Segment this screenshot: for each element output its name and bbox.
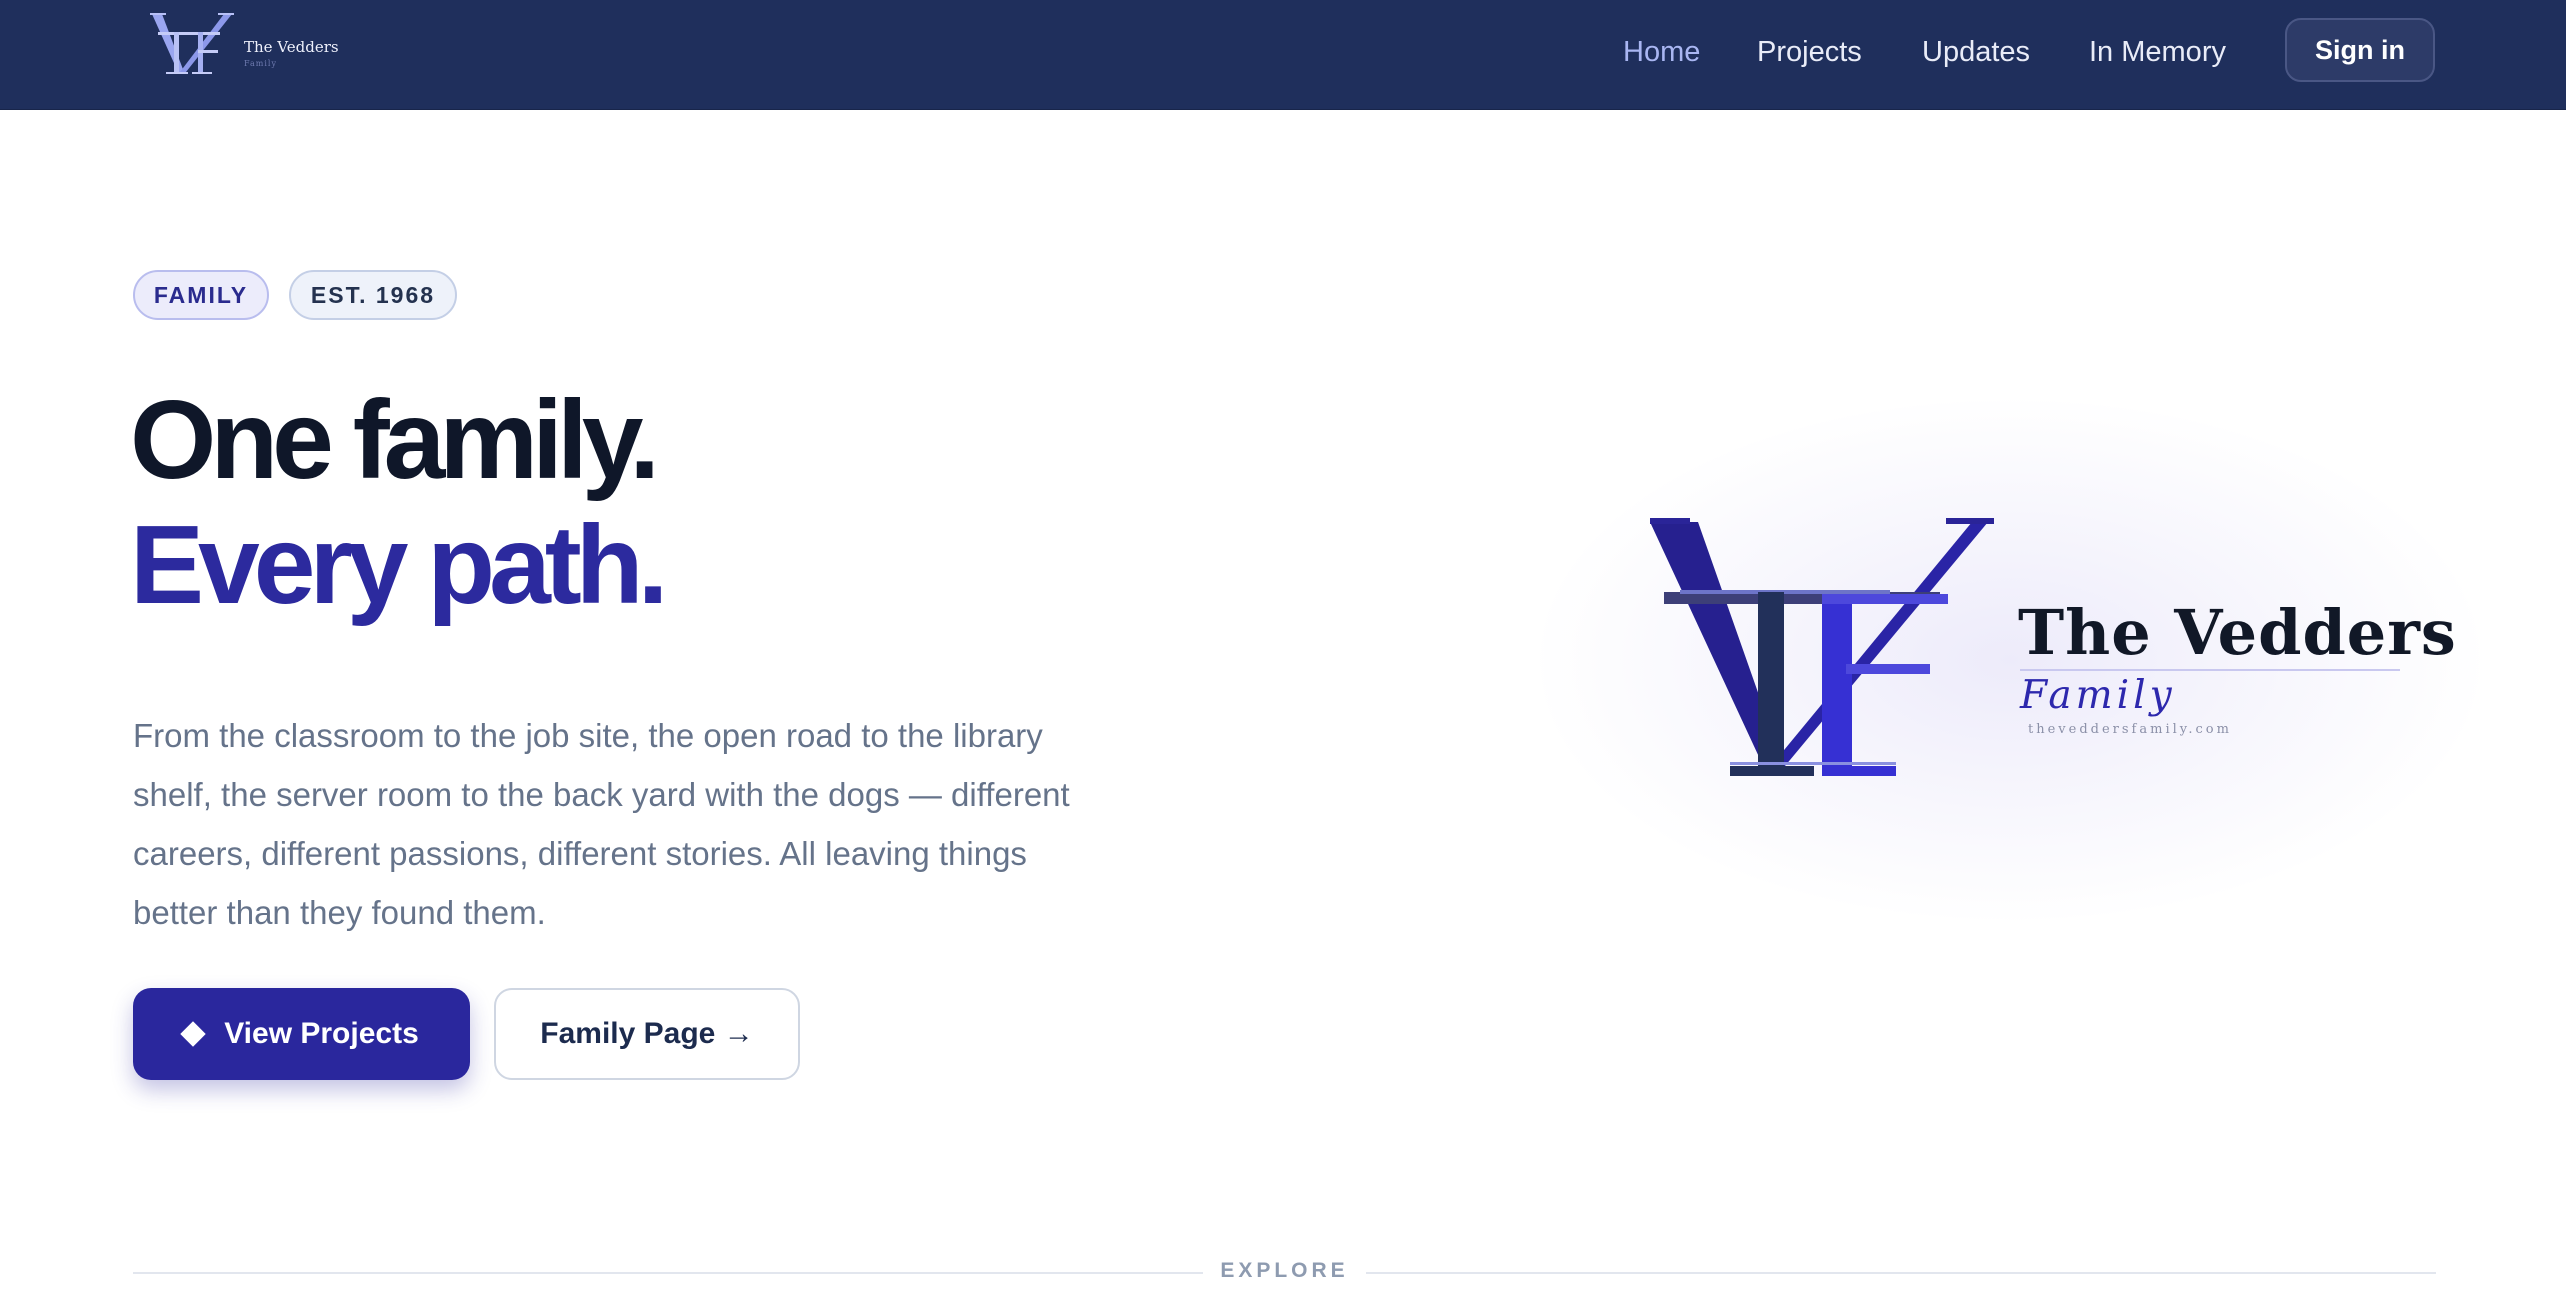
logo-divider (2020, 669, 2400, 671)
brand-name: The Vedders (244, 38, 339, 56)
logo-url: theveddersfamily.com (2028, 722, 2232, 737)
explore-divider-right (1366, 1272, 2436, 1274)
established-badge: EST. 1968 (289, 270, 457, 320)
headline-line-1: One family. (130, 378, 660, 502)
family-badge: FAMILY (133, 270, 269, 320)
hero-description: From the classroom to the job site, the … (133, 717, 1070, 931)
vf-monogram-icon (150, 13, 234, 74)
brand-logo-link[interactable]: The Vedders Family (148, 10, 348, 80)
family-page-label: Family Page → (540, 1017, 754, 1050)
view-projects-label: View Projects (224, 1017, 419, 1050)
nav-projects[interactable]: Projects (1757, 32, 1862, 72)
top-navigation-bar: The Vedders Family Home Projects Updates… (0, 0, 2566, 110)
sign-in-button[interactable]: Sign in (2285, 18, 2435, 82)
family-page-button[interactable]: Family Page → (494, 988, 800, 1080)
vf-monogram-large-icon (1650, 518, 1994, 776)
logo-subtitle: Family (2020, 673, 2176, 718)
nav-home[interactable]: Home (1623, 32, 1700, 72)
nav-in-memory[interactable]: In Memory (2089, 32, 2226, 72)
explore-divider-left (133, 1272, 1203, 1274)
explore-label: EXPLORE (1220, 1259, 1349, 1282)
view-projects-button[interactable]: View Projects (133, 988, 470, 1080)
headline-line-2: Every path. (130, 503, 668, 627)
brand-subtitle: Family (244, 59, 277, 68)
diamond-icon (180, 1021, 206, 1047)
logo-title: The Vedders (2018, 596, 2457, 669)
nav-updates[interactable]: Updates (1922, 32, 2030, 72)
